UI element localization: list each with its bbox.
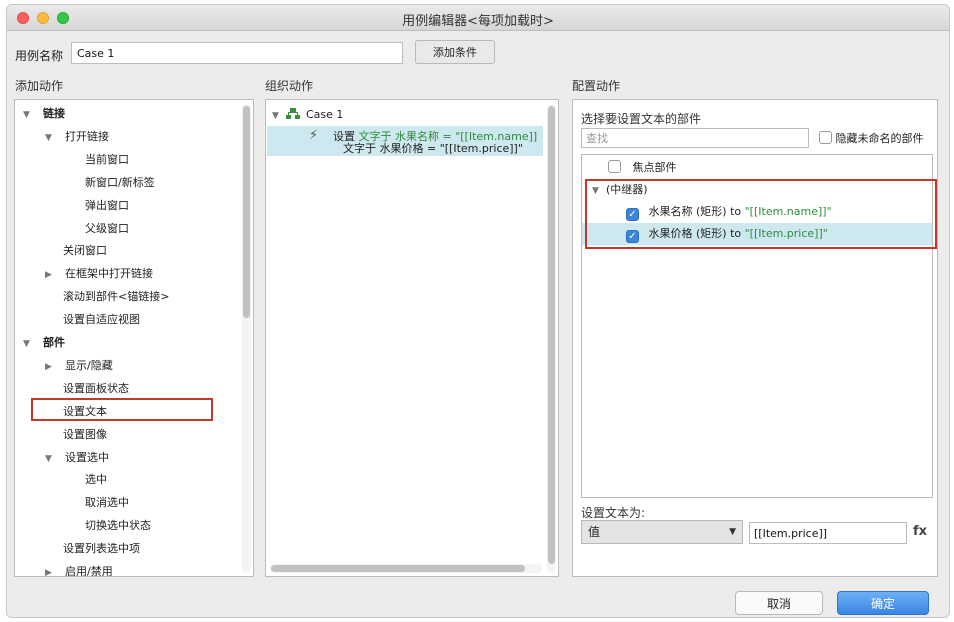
tree-item-label: 设置自适应视图 [63, 313, 140, 327]
organize-actions-panel: ▼ Case 1 ⚡ 设置 文字于 水果名称 = "[[Item.name]] 文… [265, 99, 559, 577]
hide-unnamed-label: 隐藏未命名的部件 [835, 132, 924, 145]
tree-item-label: 打开链接 [65, 129, 109, 143]
disclosure-right-icon[interactable]: ▶ [45, 265, 59, 285]
tree-item-label: 显示/隐藏 [65, 358, 113, 372]
add-actions-panel: ▼ 链接 ▼ 打开链接当前窗口新窗口/新标签 弹出窗口父级窗口关闭窗口 ▶ 在框架中打开链接… [14, 99, 254, 577]
organize-vscroll-thumb[interactable] [548, 106, 555, 564]
tree-item-label: 设置列表选中项 [63, 542, 140, 556]
tree-item[interactable]: ▼ 链接 [23, 104, 65, 124]
action-line-2: 文字于 水果价格 = "[[Item.price]]" [343, 142, 523, 155]
tree-item-label: 当前窗口 [85, 152, 129, 166]
widgets-highlight [585, 179, 937, 249]
tree-item-label: 选中 [85, 473, 107, 487]
widget-search-input[interactable] [581, 128, 809, 148]
disclosure-down-icon[interactable]: ▼ [23, 334, 37, 354]
actions-scrollbar[interactable] [242, 104, 251, 572]
disclosure-right-icon[interactable]: ▶ [45, 357, 59, 377]
select-widget-label: 选择要设置文本的部件 [581, 112, 702, 126]
widget-list: 焦点部件 ▼ (中继器) ✓ 水果名称 (矩形) to "[[Item.name]… [581, 154, 937, 498]
tree-item[interactable]: ▼ 部件 [23, 333, 65, 353]
ok-button[interactable]: 确定 [837, 591, 929, 615]
organize-hscrollbar[interactable] [270, 564, 542, 573]
tree-item[interactable]: 滚动到部件<锚链接> [63, 287, 169, 307]
tree-item-label: 父级窗口 [85, 221, 129, 235]
tree-item[interactable]: ▶ 显示/隐藏 [45, 356, 113, 376]
tree-item-label: 部件 [43, 336, 65, 349]
set-text-highlight [31, 398, 213, 421]
set-text-action-row[interactable]: ⚡ 设置 文字于 水果名称 = "[[Item.name]] 文字于 水果价格 … [267, 126, 543, 156]
tree-item-label: 关闭窗口 [63, 244, 107, 258]
case-expand-icon[interactable]: ▼ [272, 107, 286, 125]
disclosure-down-icon[interactable]: ▼ [45, 128, 59, 148]
tree-item[interactable]: 设置自适应视图 [63, 310, 140, 330]
tree-item-label: 设置选中 [65, 450, 109, 464]
case-tree-icon [286, 108, 300, 120]
add-actions-title: 添加动作 [15, 79, 64, 93]
organize-actions-title: 组织动作 [265, 79, 314, 93]
configure-actions-panel: 选择要设置文本的部件 隐藏未命名的部件 焦点部件 ▼(中继器) ✓ 水果名称 (… [572, 99, 938, 577]
disclosure-down-icon[interactable]: ▼ [45, 449, 59, 469]
tree-item-label: 取消选中 [85, 496, 129, 510]
configure-actions-title: 配置动作 [572, 79, 621, 93]
tree-item[interactable]: ▶ 在框架中打开链接 [45, 264, 153, 284]
focus-widget-row[interactable]: 焦点部件 [582, 157, 932, 179]
hide-unnamed-option[interactable]: 隐藏未命名的部件 [819, 130, 924, 146]
tree-item-label: 启用/禁用 [65, 565, 113, 577]
case-name-label: 用例名称 [15, 49, 64, 63]
tree-item-label: 切换选中状态 [85, 519, 151, 533]
tree-item[interactable]: 父级窗口 [85, 219, 129, 239]
fx-function-icon[interactable]: fx [913, 524, 927, 539]
tree-item[interactable]: 取消选中 [85, 493, 129, 513]
tree-item-label: 设置面板状态 [63, 381, 129, 395]
tree-item[interactable]: 弹出窗口 [85, 196, 129, 216]
tree-item[interactable]: 设置列表选中项 [63, 539, 140, 559]
tree-item-label: 链接 [43, 107, 65, 120]
chevron-down-icon: ▼ [729, 527, 736, 537]
tree-item[interactable]: 选中 [85, 470, 107, 490]
tree-item[interactable]: ▶ 启用/禁用 [45, 562, 113, 577]
value-type-select[interactable]: 值 ▼ [581, 520, 743, 544]
tree-item-label: 新窗口/新标签 [85, 175, 155, 189]
organize-hscroll-thumb[interactable] [271, 565, 525, 572]
action-bolt-icon: ⚡ [309, 128, 319, 143]
focus-widget-checkbox[interactable] [608, 160, 621, 173]
title-bar: 用例编辑器<每项加载时> [7, 5, 949, 31]
add-condition-button[interactable]: 添加条件 [415, 40, 495, 64]
text-value-input[interactable] [749, 522, 907, 544]
organize-vscrollbar[interactable] [547, 104, 556, 572]
hide-unnamed-checkbox[interactable] [819, 131, 832, 144]
tree-item-label: 弹出窗口 [85, 198, 129, 212]
tree-item-label: 设置图像 [63, 427, 107, 441]
tree-item[interactable]: 切换选中状态 [85, 516, 151, 536]
focus-widget-label: 焦点部件 [632, 161, 677, 174]
tree-item[interactable]: ▼ 设置选中 [45, 448, 109, 468]
value-type-selected: 值 [588, 525, 601, 539]
case-name-input[interactable] [71, 42, 403, 64]
disclosure-down-icon[interactable]: ▼ [23, 105, 37, 125]
tree-item[interactable]: 当前窗口 [85, 150, 129, 170]
tree-item[interactable]: 设置面板状态 [63, 379, 129, 399]
case-editor-window: 用例编辑器<每项加载时> 用例名称 添加条件 添加动作 组织动作 配置动作 ▼ 链… [6, 4, 950, 618]
cancel-button[interactable]: 取消 [735, 591, 823, 615]
disclosure-right-icon[interactable]: ▶ [45, 563, 59, 576]
tree-item[interactable]: 关闭窗口 [63, 241, 107, 261]
tree-item[interactable]: 新窗口/新标签 [85, 173, 155, 193]
case-node[interactable]: ▼ Case 1 [272, 106, 343, 124]
window-title: 用例编辑器<每项加载时> [402, 14, 554, 29]
set-text-to-label: 设置文本为: [581, 506, 646, 520]
actions-scroll-thumb[interactable] [243, 106, 250, 318]
tree-item-label: 滚动到部件<锚链接> [63, 290, 170, 304]
tree-item[interactable]: ▼ 打开链接 [45, 127, 109, 147]
tree-item[interactable]: 设置图像 [63, 425, 107, 445]
tree-item-label: 在框架中打开链接 [65, 267, 153, 281]
case-node-label: Case 1 [306, 108, 344, 121]
